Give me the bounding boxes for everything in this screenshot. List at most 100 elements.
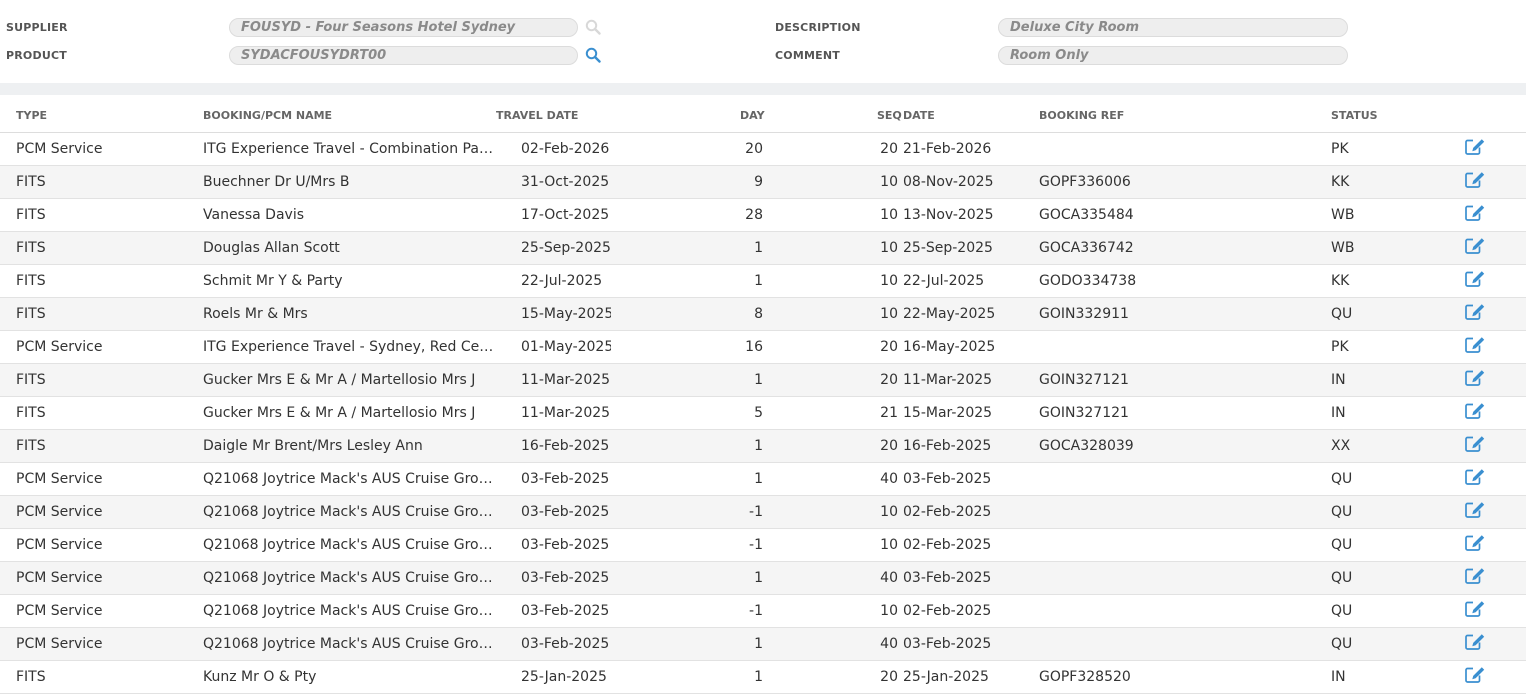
row-date: 25-Sep-2025 — [903, 240, 993, 256]
row-seq: 10 — [880, 537, 898, 553]
supplier-search-icon[interactable] — [585, 19, 601, 35]
edit-icon[interactable] — [1464, 501, 1488, 523]
table-row[interactable]: FITS Gucker Mrs E & Mr A / Martellosio Mr… — [0, 364, 1526, 397]
table-row[interactable]: PCM Service Q21068 Joytrice Mack's AUS Cr… — [0, 628, 1526, 661]
row-date: 16-Feb-2025 — [903, 438, 992, 454]
edit-icon[interactable] — [1464, 138, 1488, 160]
row-booking-name: Q21068 Joytrice Mack's AUS Cruise Group … — [203, 603, 495, 619]
row-seq: 20 — [880, 438, 898, 454]
row-day: 1 — [754, 240, 763, 256]
edit-icon[interactable] — [1464, 171, 1488, 193]
row-seq: 10 — [880, 504, 898, 520]
row-type: PCM Service — [16, 339, 103, 355]
edit-icon[interactable] — [1464, 270, 1488, 292]
row-date: 11-Mar-2025 — [903, 372, 993, 388]
row-day: 1 — [754, 438, 763, 454]
row-status: WB — [1331, 207, 1355, 223]
row-travel-date: 03-Feb-2025 — [521, 537, 610, 553]
row-status: PK — [1331, 141, 1349, 157]
table-row[interactable]: FITS Roels Mr & Mrs 15-May-2025 8 10 22-May-2… — [0, 298, 1526, 331]
row-status: XX — [1331, 438, 1351, 454]
table-row[interactable]: PCM Service ITG Experience Travel - Sydne… — [0, 331, 1526, 364]
col-header-date[interactable]: DATE — [903, 109, 935, 122]
row-date: 15-Mar-2025 — [903, 405, 993, 421]
table-row[interactable]: FITS Kunz Mr O & Pty 25-Jan-2025 1 20 25-Jan-… — [0, 661, 1526, 694]
table-row[interactable]: FITS Vanessa Davis 17-Oct-2025 28 10 13-Nov-2… — [0, 199, 1526, 232]
comment-field[interactable]: Room Only — [998, 46, 1348, 65]
col-header-seq[interactable]: SEQ — [877, 109, 902, 122]
edit-icon[interactable] — [1464, 204, 1488, 226]
row-day: 9 — [754, 174, 763, 190]
table-row[interactable]: FITS Schmit Mr Y & Party 22-Jul-2025 1 10 22-… — [0, 265, 1526, 298]
table-row[interactable]: PCM Service Q21068 Joytrice Mack's AUS Cr… — [0, 529, 1526, 562]
table-row[interactable]: PCM Service Q21068 Joytrice Mack's AUS Cr… — [0, 463, 1526, 496]
edit-icon[interactable] — [1464, 336, 1488, 358]
table-row[interactable]: FITS Daigle Mr Brent/Mrs Lesley Ann 16-Feb… — [0, 430, 1526, 463]
edit-icon[interactable] — [1464, 369, 1488, 391]
row-booking-ref: GOCA328039 — [1039, 438, 1134, 454]
row-status: KK — [1331, 273, 1350, 289]
edit-icon[interactable] — [1464, 633, 1488, 655]
row-type: PCM Service — [16, 636, 103, 652]
row-travel-date: 03-Feb-2025 — [521, 504, 610, 520]
col-header-day[interactable]: DAY — [740, 109, 765, 122]
table-row[interactable]: FITS Buechner Dr U/Mrs B 31-Oct-2025 9 10 08-… — [0, 166, 1526, 199]
row-day: -1 — [749, 603, 763, 619]
row-travel-date: 03-Feb-2025 — [521, 570, 610, 586]
row-booking-name: Douglas Allan Scott — [203, 240, 340, 256]
edit-icon[interactable] — [1464, 567, 1488, 589]
edit-icon[interactable] — [1464, 303, 1488, 325]
table-row[interactable]: PCM Service Q21068 Joytrice Mack's AUS Cr… — [0, 595, 1526, 628]
row-status: IN — [1331, 669, 1346, 685]
table-row[interactable]: PCM Service Q21068 Joytrice Mack's AUS Cr… — [0, 496, 1526, 529]
description-field[interactable]: Deluxe City Room — [998, 18, 1348, 37]
row-status: QU — [1331, 570, 1353, 586]
row-status: IN — [1331, 405, 1346, 421]
supplier-field[interactable]: FOUSYD - Four Seasons Hotel Sydney — [229, 18, 578, 37]
col-header-status[interactable]: STATUS — [1331, 109, 1378, 122]
row-booking-ref: GOCA336742 — [1039, 240, 1134, 256]
row-day: -1 — [749, 504, 763, 520]
row-seq: 10 — [880, 207, 898, 223]
row-travel-date: 03-Feb-2025 — [521, 471, 610, 487]
col-header-travel-date[interactable]: TRAVEL DATE — [496, 109, 578, 122]
row-booking-name: Q21068 Joytrice Mack's AUS Cruise Group … — [203, 636, 495, 652]
table-row[interactable]: PCM Service ITG Experience Travel - Combi… — [0, 133, 1526, 166]
edit-icon[interactable] — [1464, 600, 1488, 622]
product-search-icon[interactable] — [585, 47, 601, 63]
col-header-booking-ref[interactable]: BOOKING REF — [1039, 109, 1124, 122]
row-status: QU — [1331, 504, 1353, 520]
row-seq: 10 — [880, 174, 898, 190]
product-field[interactable]: SYDACFOUSYDRT00 — [229, 46, 578, 65]
row-booking-name: ITG Experience Travel - Sydney, Red Cent… — [203, 339, 495, 355]
row-booking-name: Kunz Mr O & Pty — [203, 669, 317, 685]
table-row[interactable]: PCM Service Q21068 Joytrice Mack's AUS Cr… — [0, 562, 1526, 595]
col-header-name[interactable]: BOOKING/PCM NAME — [203, 109, 332, 122]
row-booking-name: Vanessa Davis — [203, 207, 305, 223]
edit-icon[interactable] — [1464, 435, 1488, 457]
edit-icon[interactable] — [1464, 468, 1488, 490]
row-travel-date: 03-Feb-2025 — [521, 603, 610, 619]
booking-table-body: PCM Service ITG Experience Travel - Combi… — [0, 133, 1526, 694]
row-date: 03-Feb-2025 — [903, 570, 992, 586]
row-booking-ref: GOIN327121 — [1039, 405, 1129, 421]
row-day: 1 — [754, 636, 763, 652]
table-row[interactable]: FITS Douglas Allan Scott 25-Sep-2025 1 10 25-… — [0, 232, 1526, 265]
row-day: 28 — [745, 207, 763, 223]
row-booking-name: Gucker Mrs E & Mr A / Martellosio Mrs J — [203, 405, 476, 421]
row-type: FITS — [16, 273, 46, 289]
row-booking-ref: GOPF336006 — [1039, 174, 1131, 190]
edit-icon[interactable] — [1464, 534, 1488, 556]
col-header-type[interactable]: TYPE — [16, 109, 47, 122]
row-status: QU — [1331, 636, 1353, 652]
edit-icon[interactable] — [1464, 237, 1488, 259]
row-type: FITS — [16, 405, 46, 421]
row-booking-name: Roels Mr & Mrs — [203, 306, 308, 322]
row-type: FITS — [16, 669, 46, 685]
edit-icon[interactable] — [1464, 402, 1488, 424]
row-type: FITS — [16, 438, 46, 454]
row-booking-name: Q21068 Joytrice Mack's AUS Cruise Group … — [203, 471, 495, 487]
edit-icon[interactable] — [1464, 666, 1488, 688]
row-travel-date: 25-Jan-2025 — [521, 669, 607, 685]
table-row[interactable]: FITS Gucker Mrs E & Mr A / Martellosio Mr… — [0, 397, 1526, 430]
